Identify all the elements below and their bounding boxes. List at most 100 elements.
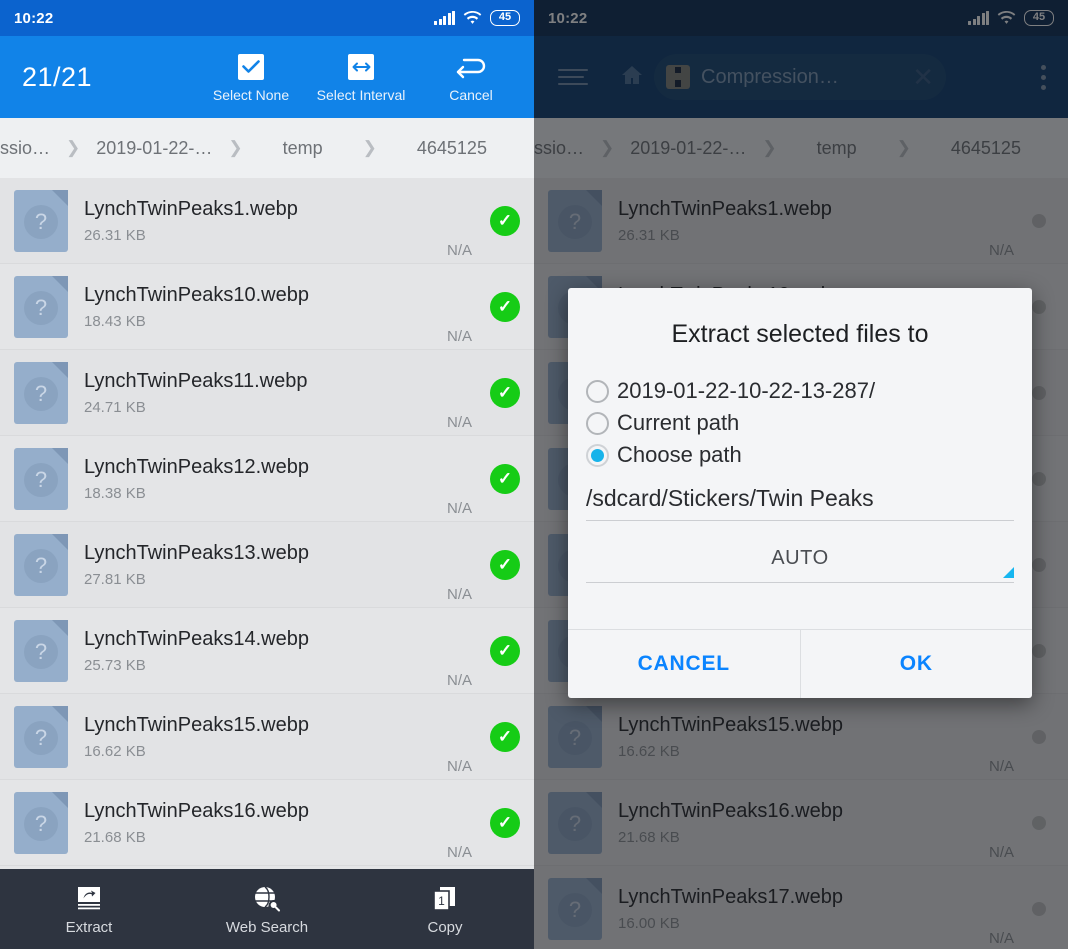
file-row-status: ✓: [490, 721, 520, 752]
chevron-right-icon: ❯: [66, 138, 81, 157]
dropdown-triangle-icon: [1003, 567, 1014, 578]
unknown-file-glyph: ?: [24, 290, 58, 325]
wifi-icon: [463, 10, 482, 24]
file-date: N/A: [446, 328, 472, 345]
web-search-button[interactable]: Web Search: [178, 882, 356, 936]
battery-indicator: 45: [490, 10, 520, 26]
copy-button[interactable]: 1 Copy: [356, 882, 534, 936]
radio-button[interactable]: [586, 379, 609, 403]
file-row-status: ✓: [490, 549, 520, 580]
unknown-file-glyph: ?: [24, 548, 58, 583]
ok-button[interactable]: OK: [799, 630, 1033, 698]
unknown-file-glyph: ?: [24, 634, 58, 669]
file-row[interactable]: ? LynchTwinPeaks15.webp 16.62 KB N/A ✓: [0, 694, 534, 780]
file-row[interactable]: ? LynchTwinPeaks11.webp 24.71 KB N/A ✓: [0, 350, 534, 436]
undo-arrow-icon: [418, 51, 524, 83]
file-size: 16.62 KB: [84, 743, 146, 760]
extract-button[interactable]: Extract: [0, 882, 178, 936]
file-row[interactable]: ? LynchTwinPeaks13.webp 27.81 KB N/A ✓: [0, 522, 534, 608]
svg-text:1: 1: [438, 894, 445, 908]
file-meta: LynchTwinPeaks16.webp 21.68 KB: [84, 799, 439, 846]
radio-button-selected[interactable]: [586, 443, 609, 467]
file-date: N/A: [446, 586, 472, 603]
extract-dialog: Extract selected files to 2019-01-22-10-…: [568, 288, 1032, 698]
encoding-spinner[interactable]: AUTO: [586, 547, 1014, 583]
file-date: N/A: [446, 844, 472, 861]
extract-archive-icon: [0, 882, 178, 916]
path-input[interactable]: /sdcard/Stickers/Twin Peaks: [586, 485, 1014, 521]
unknown-file-glyph: ?: [24, 204, 58, 239]
file-type-icon: ?: [14, 361, 68, 424]
dual-screenshot: 10:22 45 21/21 Select None Select Interv…: [0, 0, 1068, 949]
checkmark-icon[interactable]: ✓: [490, 635, 520, 666]
signal-bars-icon: [434, 11, 455, 25]
cancel-button[interactable]: CANCEL: [568, 630, 800, 698]
file-name: LynchTwinPeaks11.webp: [84, 370, 308, 392]
radio-option-current-path[interactable]: Current path: [586, 407, 1014, 439]
file-type-icon: ?: [14, 619, 68, 682]
file-type-icon: ?: [14, 275, 68, 338]
file-row-status: ✓: [490, 205, 520, 236]
status-bar: 10:22 45: [0, 0, 534, 36]
file-meta: LynchTwinPeaks13.webp 27.81 KB: [84, 541, 439, 588]
selection-count: 21/21: [22, 61, 93, 92]
breadcrumb-item-0[interactable]: ssio…: [0, 138, 56, 159]
file-row-status: ✓: [490, 635, 520, 666]
checkmark-icon[interactable]: ✓: [490, 807, 520, 838]
radio-label: Choose path: [617, 442, 742, 467]
breadcrumb-item-3[interactable]: 4645125: [387, 138, 517, 159]
file-name: LynchTwinPeaks12.webp: [84, 456, 309, 478]
file-name: LynchTwinPeaks13.webp: [84, 542, 309, 564]
file-date: N/A: [446, 672, 472, 689]
selection-actions: Select None Select Interval Cancel: [198, 51, 524, 103]
checkmark-icon[interactable]: ✓: [490, 205, 520, 236]
file-date: N/A: [446, 242, 472, 259]
radio-button[interactable]: [586, 411, 609, 435]
extract-label: Extract: [65, 919, 113, 936]
file-row[interactable]: ? LynchTwinPeaks14.webp 25.73 KB N/A ✓: [0, 608, 534, 694]
file-name: LynchTwinPeaks10.webp: [84, 284, 309, 306]
cancel-selection-button[interactable]: Cancel: [418, 51, 524, 103]
file-meta: LynchTwinPeaks1.webp 26.31 KB: [84, 197, 439, 244]
encoding-value: AUTO: [771, 547, 829, 569]
dialog-spacer: [586, 583, 1014, 629]
chevron-right-icon: ❯: [228, 138, 243, 157]
globe-search-icon: [178, 882, 356, 916]
file-row-status: ✓: [490, 463, 520, 494]
right-panel-extract-dialog: 10:22 45 Compression… ✕: [534, 0, 1068, 949]
file-row[interactable]: ? LynchTwinPeaks12.webp 18.38 KB N/A ✓: [0, 436, 534, 522]
selection-action-bar: 21/21 Select None Select Interval Cancel: [0, 36, 534, 118]
unknown-file-glyph: ?: [24, 462, 58, 497]
unknown-file-glyph: ?: [24, 806, 58, 841]
breadcrumb-item-2[interactable]: temp: [253, 138, 353, 159]
file-row[interactable]: ? LynchTwinPeaks16.webp 21.68 KB N/A ✓: [0, 780, 534, 866]
unknown-file-glyph: ?: [24, 376, 58, 411]
file-size: 24.71 KB: [84, 399, 146, 416]
radio-option-choose-path[interactable]: Choose path: [586, 439, 1014, 471]
select-none-button[interactable]: Select None: [198, 51, 304, 103]
breadcrumb-item-1[interactable]: 2019-01-22-…: [90, 138, 218, 159]
file-row[interactable]: ? LynchTwinPeaks10.webp 18.43 KB N/A ✓: [0, 264, 534, 350]
checkmark-icon[interactable]: ✓: [490, 721, 520, 752]
file-name: LynchTwinPeaks16.webp: [84, 800, 309, 822]
file-row[interactable]: ? LynchTwinPeaks1.webp 26.31 KB N/A ✓: [0, 178, 534, 264]
checkmark-icon[interactable]: ✓: [490, 549, 520, 580]
file-name: LynchTwinPeaks15.webp: [84, 714, 309, 736]
file-row-status: ✓: [490, 291, 520, 322]
chevron-right-icon: ❯: [362, 138, 377, 157]
file-size: 18.38 KB: [84, 485, 146, 502]
dialog-actions: CANCEL OK: [568, 629, 1032, 698]
unknown-file-glyph: ?: [24, 720, 58, 755]
file-date: N/A: [446, 414, 472, 431]
checkmark-icon[interactable]: ✓: [490, 377, 520, 408]
file-date: N/A: [446, 500, 472, 517]
web-search-label: Web Search: [225, 919, 309, 936]
checkmark-icon[interactable]: ✓: [490, 291, 520, 322]
file-list: ? LynchTwinPeaks1.webp 26.31 KB N/A ✓? LynchT…: [0, 178, 534, 866]
select-interval-button[interactable]: Select Interval: [308, 51, 414, 103]
dialog-title: Extract selected files to: [671, 320, 929, 348]
checkmark-icon[interactable]: ✓: [490, 463, 520, 494]
copy-label: Copy: [427, 919, 463, 936]
file-size: 21.68 KB: [84, 829, 146, 846]
radio-option-archive-folder[interactable]: 2019-01-22-10-22-13-287/: [586, 375, 1014, 407]
